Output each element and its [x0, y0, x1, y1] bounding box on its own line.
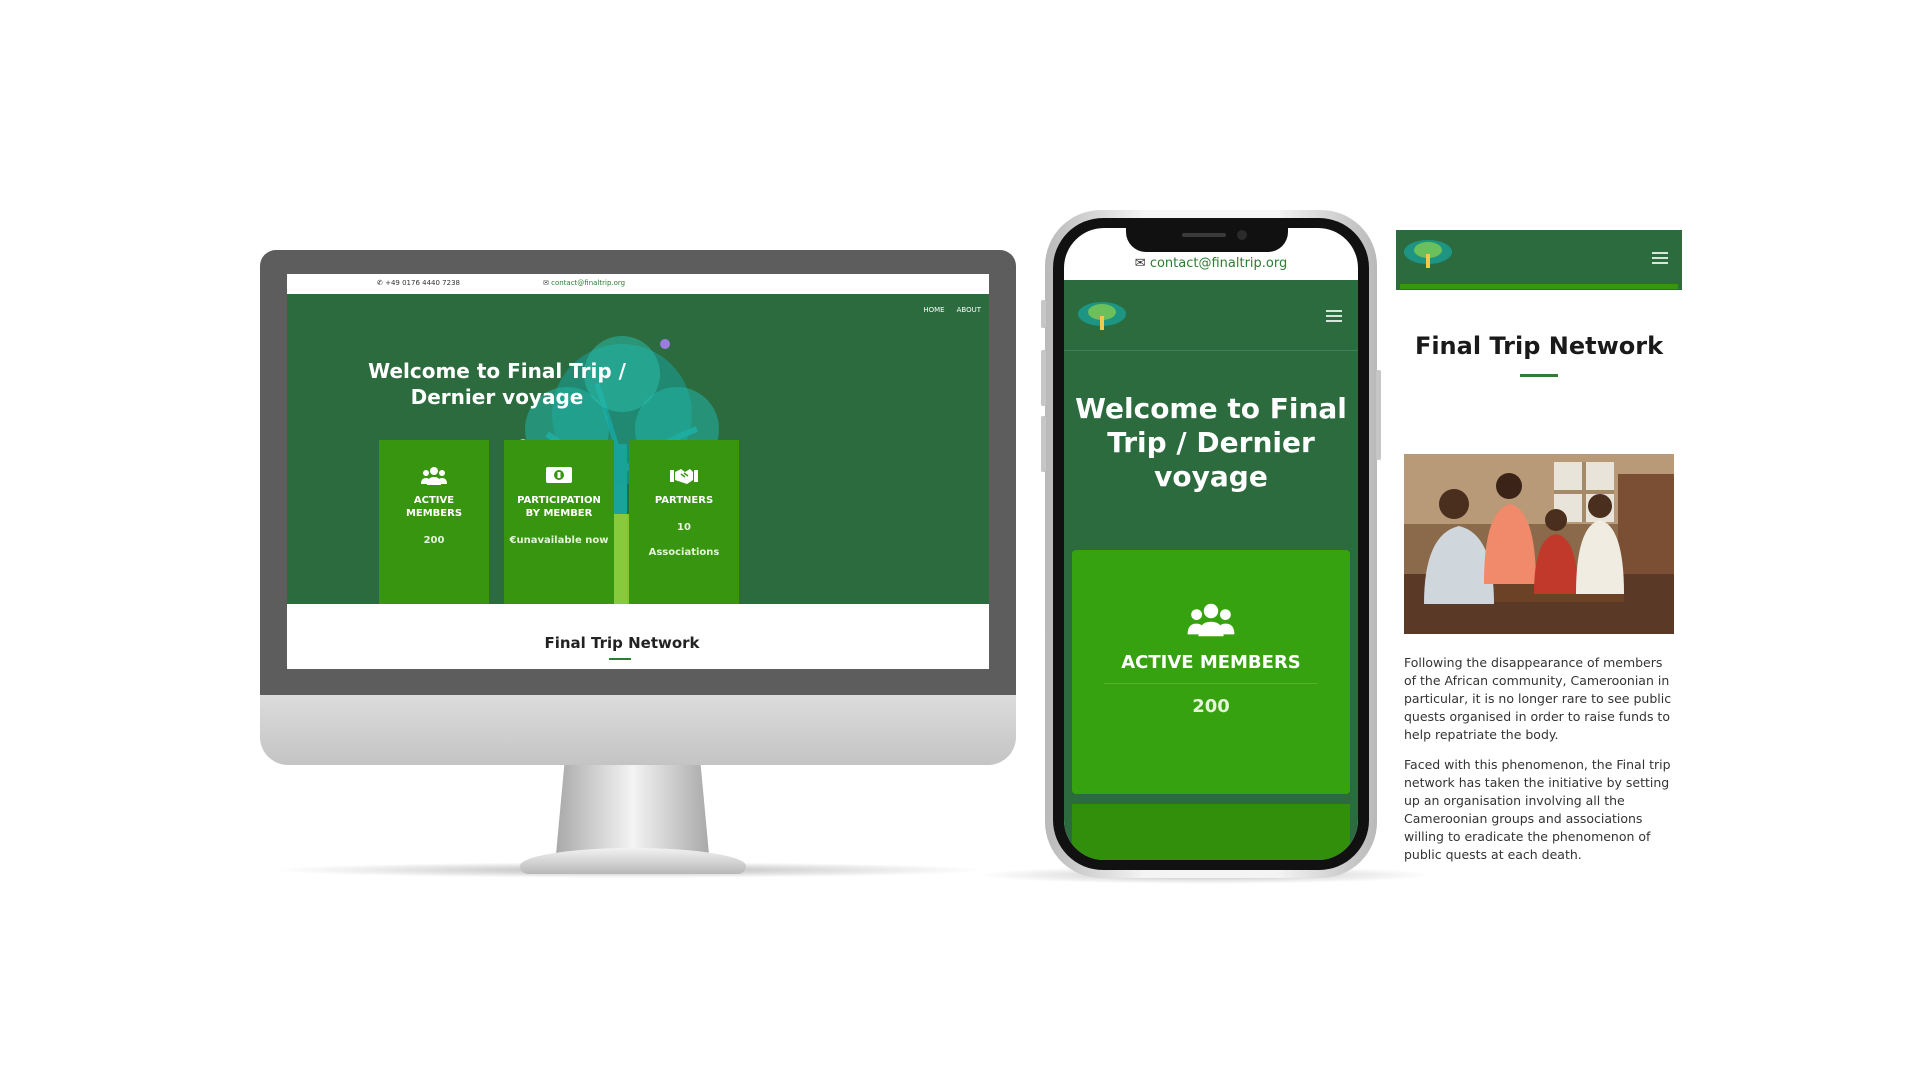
desktop-topbar: ✆ +49 0176 4440 7238 ✉ contact@finaltrip… [287, 274, 989, 294]
stat-card-members: ACTIVE MEMBERS 200 [379, 440, 489, 604]
phone-stat-card: ACTIVE MEMBERS 200 [1072, 550, 1350, 794]
about-paragraph: Following the disappearance of members o… [1404, 655, 1672, 742]
hamburger-menu-icon[interactable] [1326, 308, 1342, 327]
stat-card-value: €unavailable now [509, 535, 609, 546]
logo-icon[interactable] [1074, 298, 1130, 332]
phone-header [1064, 280, 1358, 351]
phone-volume-up [1041, 350, 1046, 406]
desktop-email-text: contact@finaltrip.org [551, 279, 626, 287]
stat-card-label: ACTIVE MEMBERS [405, 495, 463, 519]
mobile-page-title: Final Trip Network [1414, 332, 1664, 360]
title-underline [1520, 374, 1558, 377]
desktop-nav: HOME ABOUT [923, 306, 981, 314]
users-icon [421, 467, 447, 485]
desktop-phone[interactable]: ✆ +49 0176 4440 7238 [377, 279, 460, 287]
phone-screen: ✉ contact@finaltrip.org Welcome to Final… [1064, 228, 1358, 860]
envelope-icon: ✉ [543, 279, 549, 287]
users-icon [1187, 603, 1235, 637]
envelope-icon: ✉ [1134, 256, 1146, 271]
monitor-base [520, 848, 746, 874]
stat-card-participation: PARTICIPATION BY MEMBER €unavailable now [504, 440, 614, 604]
desktop-phone-text: +49 0176 4440 7238 [385, 279, 461, 287]
stat-card-value: 10 [677, 522, 691, 533]
phone-stat-value: 200 [1192, 696, 1230, 717]
phone-speaker [1182, 233, 1226, 237]
handshake-icon [670, 469, 698, 484]
money-icon [546, 467, 572, 483]
stat-card-subvalue: Associations [648, 547, 720, 558]
phone-power-button [1376, 370, 1381, 460]
phone-notch [1126, 224, 1288, 252]
monitor-chin [260, 695, 1016, 765]
logo-icon[interactable] [1400, 236, 1456, 270]
nav-home[interactable]: HOME [923, 306, 944, 314]
desktop-email[interactable]: ✉ contact@finaltrip.org [543, 279, 625, 287]
desktop-hero-title: Welcome to Final Trip / Dernier voyage [368, 359, 626, 409]
stat-card-value: 200 [423, 535, 445, 546]
desktop-hero: HOME ABOUT Welcome to Final Trip / Derni… [287, 294, 989, 604]
family-photo [1404, 454, 1674, 634]
hamburger-menu-icon[interactable] [1652, 250, 1668, 269]
phone-email-bar[interactable]: ✉ contact@finaltrip.org [1064, 248, 1358, 280]
desktop-screen: ✆ +49 0176 4440 7238 ✉ contact@finaltrip… [287, 274, 989, 669]
about-paragraph: Faced with this phenomenon, the Final tr… [1404, 757, 1671, 862]
phone-hero-title: Welcome to Final Trip / Dernier voyage [1075, 392, 1347, 493]
phone-icon: ✆ [377, 279, 383, 287]
stat-card-partners: PARTNERS 10 Associations [629, 440, 739, 604]
phone-mute-switch [1041, 300, 1046, 328]
nav-about[interactable]: ABOUT [957, 306, 981, 314]
phone-email-text: contact@finaltrip.org [1149, 256, 1288, 271]
header-accent-line [1400, 284, 1678, 289]
stat-card-label: PARTICIPATION BY MEMBER [517, 495, 601, 519]
desktop-section-title: Final Trip Network [544, 634, 700, 652]
phone-stat-label: ACTIVE MEMBERS [1121, 652, 1301, 673]
title-underline [609, 658, 631, 660]
phone-camera [1237, 230, 1247, 240]
phone-volume-down [1041, 416, 1046, 472]
divider [1104, 683, 1318, 684]
phone-hero: Welcome to Final Trip / Dernier voyage A… [1064, 280, 1358, 860]
phone-next-card [1072, 804, 1350, 860]
stat-card-label: PARTNERS [654, 495, 714, 506]
